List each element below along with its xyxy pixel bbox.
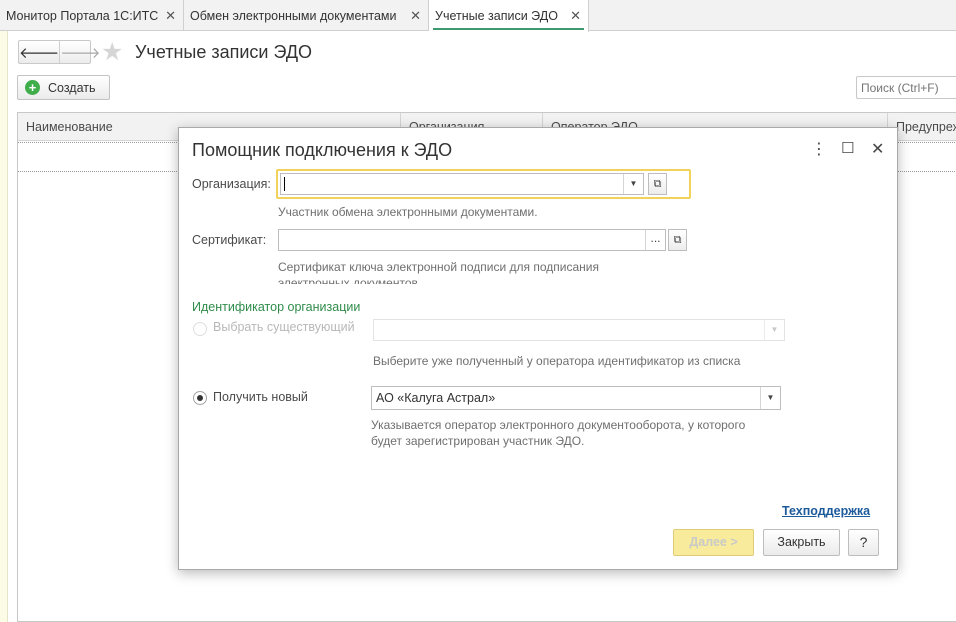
- tab-label: Учетные записи ЭДО: [435, 9, 558, 23]
- organization-hint: Участник обмена электронными документами…: [278, 205, 538, 219]
- organization-label: Организация:: [192, 177, 271, 191]
- tab-label: Монитор Портала 1С:ИТС: [6, 8, 159, 23]
- operator-value: АО «Калуга Астрал»: [376, 391, 496, 405]
- dropdown-arrow-icon[interactable]: ▼: [760, 387, 780, 409]
- radio-select-existing-label: Выбрать существующий: [213, 320, 355, 334]
- tab-bar: Монитор Портала 1С:ИТС ✕ Обмен электронн…: [0, 0, 956, 32]
- existing-identifier-field: ▼: [373, 319, 785, 341]
- page-title: Учетные записи ЭДО: [135, 42, 313, 62]
- create-button[interactable]: + Создать: [17, 75, 110, 100]
- next-button[interactable]: Далее >: [673, 529, 754, 556]
- operator-hint-line2: будет зарегистрирован участник ЭДО.: [371, 434, 585, 448]
- favorite-star-icon[interactable]: ★: [101, 38, 123, 66]
- tab-edo-exchange[interactable]: Обмен электронными документами ✕: [184, 0, 429, 31]
- certificate-label: Сертификат:: [192, 233, 267, 247]
- certificate-hint-line1: Сертификат ключа электронной подписи для…: [278, 260, 599, 274]
- left-panel-strip: [0, 31, 8, 622]
- column-header-warnings[interactable]: Предупреж: [888, 113, 956, 141]
- operator-select[interactable]: АО «Калуга Астрал» ▼: [371, 386, 781, 410]
- maximize-icon[interactable]: ☐: [841, 139, 854, 157]
- dropdown-arrow-icon: ▼: [764, 320, 784, 340]
- more-menu-icon[interactable]: ⋮: [811, 139, 827, 159]
- organization-focus-frame: ▼ ⧉: [276, 169, 691, 199]
- open-icon[interactable]: ⧉: [648, 173, 667, 195]
- identifier-group-title: Идентификатор организации: [192, 300, 361, 314]
- navigation-buttons: 🡐 🡒: [18, 40, 100, 64]
- radio-get-new-label: Получить новый: [213, 390, 308, 404]
- plus-icon: +: [25, 80, 40, 95]
- create-button-label: Создать: [48, 80, 96, 95]
- help-button[interactable]: ?: [848, 529, 879, 556]
- close-icon[interactable]: ✕: [410, 8, 421, 24]
- forward-arrow-icon[interactable]: 🡒: [59, 41, 100, 63]
- back-arrow-icon[interactable]: 🡐: [19, 41, 59, 63]
- close-icon[interactable]: ✕: [570, 8, 581, 24]
- tab-its-portal-monitor[interactable]: Монитор Портала 1С:ИТС ✕: [0, 0, 184, 31]
- certificate-hint-line2: электронных документов.: [278, 276, 422, 284]
- tab-label: Обмен электронными документами: [190, 8, 397, 23]
- dialog-title: Помощник подключения к ЭДО: [192, 140, 453, 160]
- support-link[interactable]: Техподдержка: [782, 504, 870, 518]
- open-icon[interactable]: ⧉: [668, 229, 687, 251]
- close-button[interactable]: Закрыть: [763, 529, 840, 556]
- radio-select-existing[interactable]: [193, 322, 207, 336]
- select-ellipsis-icon[interactable]: ...: [645, 230, 665, 250]
- close-icon[interactable]: ✕: [165, 8, 176, 24]
- close-icon[interactable]: ✕: [871, 139, 884, 159]
- dropdown-arrow-icon[interactable]: ▼: [623, 174, 643, 194]
- tab-edo-accounts[interactable]: Учетные записи ЭДО ✕: [429, 0, 589, 32]
- operator-hint-line1: Указывается оператор электронного докуме…: [371, 418, 746, 432]
- text-cursor: [284, 177, 285, 191]
- existing-identifier-hint: Выберите уже полученный у оператора иден…: [373, 354, 741, 368]
- organization-field[interactable]: ▼: [280, 173, 644, 195]
- edo-connection-dialog: Помощник подключения к ЭДО ⋮ ☐ ✕ Организ…: [178, 127, 898, 570]
- radio-get-new[interactable]: [193, 391, 207, 405]
- certificate-field[interactable]: ...: [278, 229, 666, 251]
- search-input[interactable]: [856, 76, 956, 99]
